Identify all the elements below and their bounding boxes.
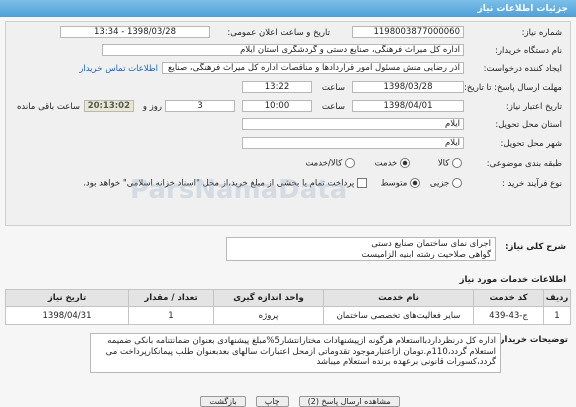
province-label: استان محل تحویل:	[495, 120, 562, 130]
payment-checkbox[interactable]	[357, 178, 367, 188]
description-label: شرح کلی نیاز:	[505, 242, 566, 252]
services-table: ردیف کد خدمت نام خدمت واحد اندازه گیری ت…	[5, 289, 571, 325]
category-service-option[interactable]: خدمت	[375, 158, 410, 169]
send-time-label: ساعت	[321, 83, 345, 93]
print-button[interactable]: چاپ	[255, 396, 289, 407]
col-quantity: تعداد / مقدار	[128, 289, 214, 307]
cell-service-code: ج-43-439	[473, 306, 544, 325]
view-answers-button[interactable]: مشاهده ارسال پاسخ (2)	[298, 396, 400, 407]
process-medium-label: متوسط	[380, 178, 408, 189]
col-unit: واحد اندازه گیری	[213, 289, 324, 307]
col-service-name: نام خدمت	[323, 289, 474, 307]
buyer-notes-label: توضیحات خریدار:	[496, 335, 568, 345]
city-field: ایلام	[242, 137, 464, 149]
creator-field: آذر رضایی منش مسئول امور قراردادها و منا…	[162, 62, 464, 74]
validity-time-field: 10:00	[242, 100, 312, 112]
validity-date-field: 1398/04/01	[352, 100, 464, 112]
contact-buyer-link[interactable]: اطلاعات تماس خریدار	[79, 64, 158, 74]
cell-unit: پروژه	[213, 306, 324, 325]
province-field: ایلام	[242, 118, 464, 130]
category-service-label: خدمت	[374, 158, 398, 169]
payment-note: پرداخت تمام یا بخشی از مبلغ خرید،از محل …	[83, 178, 355, 189]
process-medium-option[interactable]: متوسط	[381, 178, 420, 189]
table-row: 1 ج-43-439 سایر فعالیت‌های تخصصی ساختمان…	[5, 306, 571, 325]
validity-time-label: ساعت	[321, 102, 345, 112]
send-date-field: 1398/03/28	[352, 81, 464, 93]
services-header-row: ردیف کد خدمت نام خدمت واحد اندازه گیری ت…	[5, 289, 571, 307]
cell-quantity: 1	[128, 306, 214, 325]
col-service-code: کد خدمت	[473, 289, 544, 307]
category-service-radio[interactable]	[400, 158, 410, 168]
need-info-panel: شماره نیاز: 1198003877000060 تاریخ و ساع…	[5, 21, 571, 226]
category-label: طبقه بندی موضوعی:	[486, 159, 562, 169]
description-section: شرح کلی نیاز: اجرای نمای ساختمان صنایع د…	[5, 237, 571, 261]
announce-field: 1398/03/28 - 13:34	[60, 26, 210, 38]
category-goods-label: کالا	[437, 158, 450, 169]
announce-label: تاریخ و ساعت اعلان عمومی:	[227, 28, 330, 38]
days-label: روز و	[142, 102, 162, 112]
cell-row-number: 1	[543, 306, 571, 325]
cell-need-date: 1398/04/31	[5, 306, 129, 325]
remaining-time-field: 20:13:02	[84, 100, 134, 112]
description-line-1: اجرای نمای ساختمان صنایع دستی	[371, 239, 491, 249]
process-label: نوع فرآیند خرید :	[501, 179, 562, 189]
col-row-number: ردیف	[543, 289, 571, 307]
process-medium-radio[interactable]	[410, 178, 420, 188]
category-goods-service-radio[interactable]	[345, 158, 355, 168]
category-goods-radio[interactable]	[452, 158, 462, 168]
validity-label: تاریخ اعتبار نیاز:	[505, 102, 562, 112]
category-goods-service-label: کالا/خدمت	[305, 158, 343, 169]
process-partial-option[interactable]: جزیی	[430, 178, 462, 189]
page-title: جزئیات اطلاعات نیاز	[0, 0, 576, 17]
action-buttons: مشاهده ارسال پاسخ (2) چاپ بازگشت	[180, 396, 420, 407]
need-number-label: شماره نیاز:	[521, 28, 562, 38]
buyer-notes-box: اداره کل درنظرداردبااستعلام هرگونه ازپیش…	[90, 333, 501, 373]
payment-option[interactable]: پرداخت تمام یا بخشی از مبلغ خرید،از محل …	[83, 178, 367, 189]
remaining-label: ساعت باقی مانده	[16, 102, 80, 112]
process-partial-radio[interactable]	[452, 178, 462, 188]
need-number-field: 1198003877000060	[352, 26, 464, 38]
buyer-field: اداره کل میراث فرهنگی، صنایع دستی و گردش…	[102, 44, 464, 56]
back-button[interactable]: بازگشت	[200, 396, 246, 407]
process-partial-label: جزیی	[429, 178, 450, 189]
days-field: 3	[165, 100, 235, 112]
send-time-field: 13:22	[242, 81, 312, 93]
description-box: اجرای نمای ساختمان صنایع دستی گواهی صلاح…	[226, 237, 496, 261]
city-label: شهر محل تحویل:	[500, 139, 562, 149]
services-section-title: اطلاعات خدمات مورد نیاز	[459, 275, 566, 285]
col-need-date: تاریخ نیاز	[5, 289, 129, 307]
send-deadline-label: مهلت ارسال پاسخ: تا تاریخ:	[464, 83, 562, 93]
buyer-label: نام دستگاه خریدار:	[495, 46, 562, 56]
category-goods-service-option[interactable]: کالا/خدمت	[305, 158, 355, 169]
description-line-2: گواهی صلاحیت رشته ابنیه الزامیست	[361, 250, 491, 260]
cell-service-name: سایر فعالیت‌های تخصصی ساختمان	[323, 306, 474, 325]
creator-label: ایجاد کننده درخواست:	[483, 64, 562, 74]
category-goods-option[interactable]: کالا	[438, 158, 462, 169]
